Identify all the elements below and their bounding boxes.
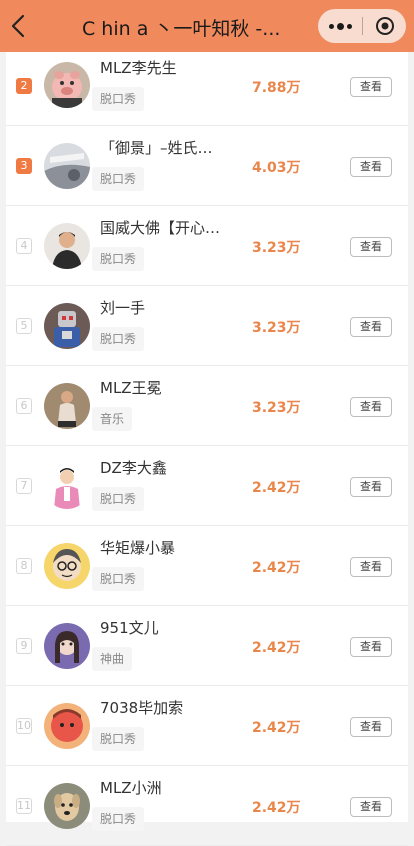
list-item[interactable]: 6 MLZ王冕 音乐 3.23万 查看 [6,366,408,446]
avatar [44,143,90,189]
back-button[interactable] [4,10,32,42]
view-button[interactable]: 查看 [350,77,392,97]
category-tag: 脱口秀 [92,807,145,831]
rank-badge: 2 [16,78,32,94]
back-arrow-icon [11,14,25,38]
view-button[interactable]: 查看 [350,317,392,337]
view-button[interactable]: 查看 [350,157,392,177]
page-title: C hin a 丶一叶知秋 -... [82,18,281,40]
rank-badge: 7 [16,478,32,494]
rank-badge: 6 [16,398,32,414]
list-item[interactable]: 5 刘一手 脱口秀 3.23万 查看 [6,286,408,366]
rank-badge: 10 [16,718,32,734]
user-name: 「御景」–姓氏… [100,139,213,157]
score-value: 3.23万 [252,320,301,336]
category-tag: 神曲 [92,647,133,671]
category-tag: 脱口秀 [92,727,145,751]
list-item[interactable]: 11 MLZ小洲 脱口秀 2.42万 查看 [6,766,408,846]
rank-badge: 11 [16,798,32,814]
view-button[interactable]: 查看 [350,797,392,817]
user-name: 7038毕加索 [100,699,184,717]
list-item[interactable]: 9 951文儿 神曲 2.42万 查看 [6,606,408,686]
category-tag: 脱口秀 [92,487,145,511]
category-tag: 脱口秀 [92,327,145,351]
user-name: 951文儿 [100,619,159,637]
score-value: 2.42万 [252,720,301,736]
rank-badge: 8 [16,558,32,574]
list-item[interactable]: 3 「御景」–姓氏… 脱口秀 4.03万 查看 [6,126,408,206]
user-name: 国威大佛【开心… [100,219,221,237]
user-name: MLZ王冕 [100,379,162,397]
avatar [44,703,90,749]
rank-badge: 4 [16,238,32,254]
score-value: 2.42万 [252,800,301,816]
nav-bar: C hin a 丶一叶知秋 -... [0,0,414,52]
score-value: 3.23万 [252,400,301,416]
user-name: 刘一手 [100,299,146,317]
view-button[interactable]: 查看 [350,637,392,657]
category-tag: 脱口秀 [92,247,145,271]
mini-program-capsule [318,9,406,43]
ranking-list: 2 MLZ李先生 脱口秀 7.88万 查看 3 「御景」–姓氏… 脱口秀 4.0… [6,52,408,846]
score-value: 2.42万 [252,640,301,656]
avatar [44,383,90,429]
category-tag: 脱口秀 [92,87,145,111]
category-tag: 音乐 [92,407,133,431]
view-button[interactable]: 查看 [350,477,392,497]
user-name: DZ李大鑫 [100,459,167,477]
rank-badge: 5 [16,318,32,334]
target-close-icon [375,17,394,35]
more-button[interactable] [318,9,362,43]
view-button[interactable]: 查看 [350,397,392,417]
close-button[interactable] [363,9,406,43]
list-item[interactable]: 4 国威大佛【开心… 脱口秀 3.23万 查看 [6,206,408,286]
user-name: 华矩爆小暴 [100,539,176,557]
more-dots-icon [328,23,334,29]
user-name: MLZ李先生 [100,59,177,77]
score-value: 2.42万 [252,560,301,576]
list-item[interactable]: 10 7038毕加索 脱口秀 2.42万 查看 [6,686,408,766]
score-value: 4.03万 [252,160,301,176]
avatar [44,223,90,269]
avatar [44,783,90,829]
view-button[interactable]: 查看 [350,717,392,737]
category-tag: 脱口秀 [92,167,145,191]
avatar [44,543,90,589]
list-item[interactable]: 2 MLZ李先生 脱口秀 7.88万 查看 [6,46,408,126]
list-item[interactable]: 8 华矩爆小暴 脱口秀 2.42万 查看 [6,526,408,606]
score-value: 7.88万 [252,80,301,96]
list-item[interactable]: 7 DZ李大鑫 脱口秀 2.42万 查看 [6,446,408,526]
rank-badge: 9 [16,638,32,654]
avatar [44,62,90,108]
score-value: 2.42万 [252,480,301,496]
user-name: MLZ小洲 [100,779,162,797]
avatar [44,623,90,669]
rank-badge: 3 [16,158,32,174]
view-button[interactable]: 查看 [350,237,392,257]
avatar [44,463,90,509]
score-value: 3.23万 [252,240,301,256]
view-button[interactable]: 查看 [350,557,392,577]
category-tag: 脱口秀 [92,567,145,591]
avatar [44,303,90,349]
